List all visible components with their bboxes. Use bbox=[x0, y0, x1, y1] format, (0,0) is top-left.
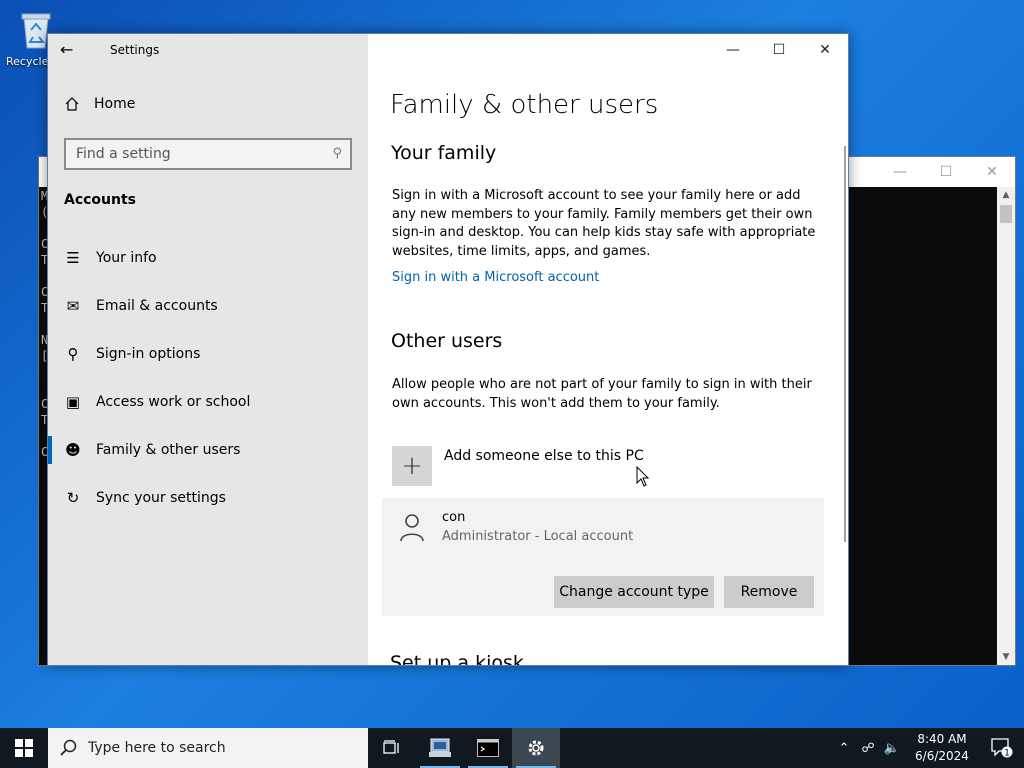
console-close-icon[interactable]: ✕ bbox=[969, 157, 1015, 187]
sidebar-item-access-work[interactable]: ▣ Access work or school bbox=[48, 378, 368, 426]
user-account-description: Administrator - Local account bbox=[442, 529, 634, 544]
sidebar-item-sign-in-options[interactable]: ⚲ Sign-in options bbox=[48, 330, 368, 378]
person-icon bbox=[400, 514, 424, 542]
back-arrow-icon[interactable]: ← bbox=[60, 40, 82, 60]
clock[interactable]: 8:40 AM 6/6/2024 bbox=[904, 731, 980, 765]
your-family-description: Sign in with a Microsoft account to see … bbox=[392, 188, 816, 259]
sync-icon: ↻ bbox=[66, 489, 80, 507]
console-scrollbar[interactable]: ▲ ▼ bbox=[997, 187, 1015, 665]
settings-content: — ☐ ✕ Family & other users Your family S… bbox=[368, 34, 848, 665]
sign-in-microsoft-link[interactable]: Sign in with a Microsoft account bbox=[392, 270, 599, 285]
scroll-thumb[interactable] bbox=[1000, 205, 1012, 223]
command-prompt-icon bbox=[477, 739, 499, 757]
windows-logo-icon bbox=[15, 739, 33, 757]
home-link[interactable]: Home bbox=[64, 96, 135, 112]
sidebar-item-sync-settings[interactable]: ↻ Sync your settings bbox=[48, 474, 368, 522]
taskbar-search-box[interactable]: Type here to search bbox=[48, 728, 368, 768]
console-maximize-icon[interactable]: ☐ bbox=[923, 157, 969, 187]
user-account-card[interactable]: con Administrator - Local account Change… bbox=[382, 498, 824, 616]
server-manager-icon bbox=[429, 738, 451, 757]
settings-window: ← Settings Home Find a setting ⚲ Account… bbox=[47, 33, 849, 666]
sidebar-item-label: Sync your settings bbox=[96, 490, 226, 506]
task-view-button[interactable] bbox=[368, 728, 416, 768]
contact-card-icon: ☰ bbox=[66, 249, 80, 267]
notification-icon: 1 bbox=[991, 738, 1013, 758]
sidebar-item-label: Access work or school bbox=[96, 394, 251, 410]
window-title: Settings bbox=[110, 43, 160, 57]
change-account-type-button[interactable]: Change account type bbox=[554, 576, 714, 608]
console-minimize-icon[interactable]: — bbox=[877, 157, 923, 187]
search-icon: ⚲ bbox=[332, 146, 342, 161]
scroll-down-icon[interactable]: ▼ bbox=[997, 649, 1015, 665]
page-title: Family & other users bbox=[390, 90, 659, 120]
add-someone-button[interactable]: + Add someone else to this PC bbox=[392, 446, 644, 486]
other-users-description: Allow people who are not part of your fa… bbox=[392, 377, 812, 411]
sidebar-item-label: Family & other users bbox=[96, 442, 241, 458]
kiosk-heading: Set up a kiosk bbox=[390, 652, 524, 666]
scroll-up-icon[interactable]: ▲ bbox=[997, 187, 1015, 203]
add-person-icon: ☻ bbox=[65, 441, 81, 459]
mail-icon: ✉ bbox=[66, 297, 80, 315]
your-family-heading: Your family bbox=[391, 142, 497, 164]
home-label: Home bbox=[94, 96, 136, 112]
clock-date: 6/6/2024 bbox=[915, 749, 969, 763]
sidebar-item-family-other-users[interactable]: ☻ Family & other users bbox=[48, 426, 368, 474]
taskbar: Type here to search ⌃ ☍ 🔈 8:40 AM 6/6/20… bbox=[0, 728, 1024, 768]
system-tray: ⌃ ☍ 🔈 8:40 AM 6/6/2024 1 bbox=[832, 728, 1024, 768]
user-name: con bbox=[442, 510, 466, 525]
sidebar-item-email-accounts[interactable]: ✉ Email & accounts bbox=[48, 282, 368, 330]
task-view-icon bbox=[383, 740, 399, 754]
search-icon bbox=[60, 739, 77, 756]
close-icon[interactable]: ✕ bbox=[802, 34, 848, 66]
add-someone-label: Add someone else to this PC bbox=[444, 448, 644, 464]
settings-titlebar[interactable]: ← Settings bbox=[48, 34, 368, 66]
taskbar-app-server-manager[interactable] bbox=[416, 728, 464, 768]
sidebar-item-label: Sign-in options bbox=[96, 346, 201, 362]
volume-muted-icon[interactable]: 🔈 bbox=[880, 741, 904, 756]
briefcase-icon: ▣ bbox=[65, 393, 81, 411]
chevron-up-icon[interactable]: ⌃ bbox=[832, 741, 856, 756]
accounts-nav: ☰ Your info ✉ Email & accounts ⚲ Sign-in… bbox=[48, 234, 368, 522]
taskbar-search-placeholder: Type here to search bbox=[88, 740, 226, 756]
key-icon: ⚲ bbox=[67, 345, 79, 363]
gear-icon bbox=[528, 740, 544, 756]
search-placeholder: Find a setting bbox=[76, 146, 171, 162]
taskbar-app-settings[interactable] bbox=[512, 728, 560, 768]
notification-count: 1 bbox=[1004, 749, 1010, 759]
content-scrollbar[interactable] bbox=[844, 146, 846, 542]
plus-icon: + bbox=[392, 446, 432, 486]
clock-time: 8:40 AM bbox=[917, 732, 967, 746]
mouse-cursor-icon bbox=[636, 466, 650, 487]
start-button[interactable] bbox=[0, 728, 48, 768]
home-icon bbox=[65, 97, 79, 111]
other-users-heading: Other users bbox=[391, 330, 503, 352]
taskbar-app-command-prompt[interactable] bbox=[464, 728, 512, 768]
find-setting-input[interactable]: Find a setting ⚲ bbox=[64, 138, 352, 170]
network-icon[interactable]: ☍ bbox=[856, 741, 880, 756]
remove-button[interactable]: Remove bbox=[724, 576, 814, 608]
minimize-icon[interactable]: — bbox=[710, 34, 756, 66]
maximize-icon[interactable]: ☐ bbox=[756, 34, 802, 66]
action-center-button[interactable]: 1 bbox=[980, 738, 1024, 758]
sidebar-item-label: Email & accounts bbox=[96, 298, 218, 314]
section-label: Accounts bbox=[64, 192, 137, 208]
sidebar-item-your-info[interactable]: ☰ Your info bbox=[48, 234, 368, 282]
settings-sidebar: ← Settings Home Find a setting ⚲ Account… bbox=[48, 34, 368, 665]
sidebar-item-label: Your info bbox=[96, 250, 157, 266]
